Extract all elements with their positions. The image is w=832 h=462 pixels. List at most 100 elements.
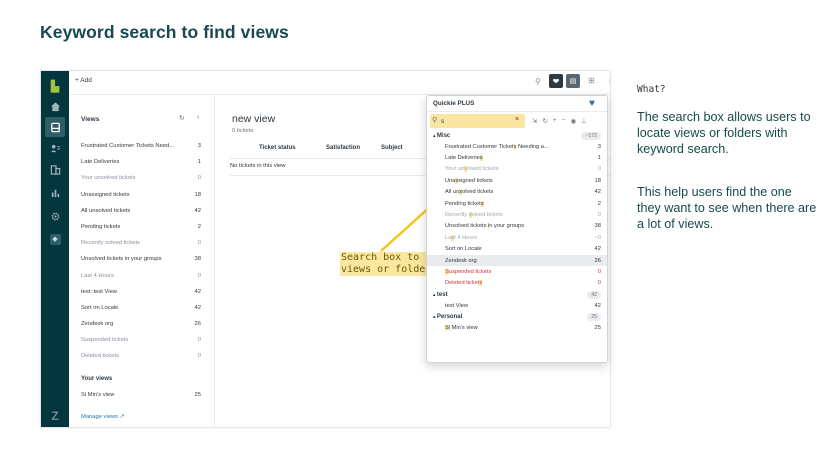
view-list-item[interactable]: Recently solved tickets 0 — [81, 235, 201, 251]
refresh-icon[interactable]: ↻ — [179, 114, 185, 122]
reporting-icon[interactable] — [41, 182, 69, 202]
quickie-view-label: Recently solved tickets — [445, 212, 503, 219]
refresh-icon[interactable]: ↻ — [542, 117, 547, 125]
customers-icon[interactable] — [41, 138, 69, 158]
quickie-view-item[interactable]: Frustrated Customer Tickets Needing a...… — [427, 141, 607, 152]
quickie-view-item[interactable]: Last 4 Hours ~0 — [427, 232, 607, 243]
zendesk-mark-icon[interactable]: Z — [41, 406, 69, 426]
quickie-view-item[interactable]: Deleted tickets 0 — [427, 278, 607, 289]
search-icon[interactable]: ⚲ — [535, 77, 541, 86]
organizations-icon[interactable] — [41, 159, 69, 179]
quickie-view-item[interactable]: Late Deliveries 1 — [427, 152, 607, 163]
view-list-item[interactable]: Unassigned tickets 18 — [81, 187, 201, 203]
folder-name: ▴ Misc — [433, 133, 450, 139]
quickie-view-item[interactable]: Sort on Locale 42 — [427, 244, 607, 255]
column-header-satisfaction[interactable]: Satisfaction — [326, 145, 360, 151]
collapse-chevron-icon[interactable]: ‹ — [197, 114, 199, 121]
column-header-ticket-status[interactable]: Ticket status — [259, 145, 296, 151]
view-list-item[interactable]: test::test View 42 — [81, 284, 201, 300]
zendesk-logo-icon[interactable]: ▙ — [41, 76, 69, 96]
label-text: test View — [445, 302, 468, 309]
view-label: Recently solved tickets — [81, 240, 140, 247]
label-text: Unsolved tickets — [445, 223, 488, 230]
view-count: 0 — [197, 353, 201, 360]
quickie-view-count: 18 — [594, 177, 601, 184]
view-count: 3 — [197, 143, 201, 149]
add-button[interactable]: + Add — [75, 77, 92, 84]
quickie-view-item[interactable]: Pending tickets 2 — [427, 198, 607, 209]
quickie-view-item[interactable]: Your unsolved tickets 0 — [427, 164, 607, 175]
view-list-item[interactable]: Suspended tickets 0 — [81, 332, 201, 348]
manage-views-link[interactable]: Manage views ↗ — [81, 414, 125, 420]
quickie-search-input[interactable] — [441, 116, 511, 126]
views-title: Views — [81, 116, 100, 123]
admin-gear-icon[interactable] — [41, 206, 69, 226]
quickie-folder[interactable]: ▴ test 42 — [427, 289, 607, 300]
view-list-item[interactable]: Deleted tickets 0 — [81, 348, 201, 364]
product-tray-grid-icon[interactable]: ⊞ — [588, 76, 595, 85]
expand-icon[interactable]: + — [553, 117, 557, 125]
user-avatar[interactable]: ● — [609, 74, 610, 88]
quickie-plus-popup: Quickie PLUS ♥ ⚲ × ⇲ ↻ + − ◉ ⊥ ▴ Misc ~17… — [426, 95, 608, 363]
quickie-toolbar: ⇲ ↻ + − ◉ ⊥ — [532, 117, 587, 125]
side-paragraph: The search box allows users to locate vi… — [637, 110, 811, 156]
view-count: 26 — [194, 321, 201, 328]
quickie-view-item[interactable]: Si Min's view 25 — [427, 322, 607, 333]
view-label: Pending tickets — [81, 223, 121, 230]
label-text: Deleted ticket — [445, 280, 480, 287]
label-text: uspended tickets — [448, 268, 492, 275]
quickie-view-item[interactable]: Recently solved tickets 0 — [427, 209, 607, 220]
label-text: Sort on Locale — [445, 246, 482, 253]
quickie-view-item[interactable]: Unsolved tickets in your groups 38 — [427, 221, 607, 232]
folder-label: Misc — [436, 132, 451, 139]
quickie-view-item[interactable]: Zendesk org 26 — [427, 254, 607, 267]
label-text: Zendesk org — [445, 257, 477, 264]
view-list-item[interactable]: All unsolved tickets 42 — [81, 203, 201, 219]
quickie-view-item[interactable]: Suspended tickets 0 — [427, 266, 607, 277]
view-label: Your unsolved tickets — [81, 175, 136, 182]
visibility-eye-icon[interactable]: ◉ — [571, 117, 577, 125]
quickie-folder[interactable]: ▴ Personal 25 — [427, 311, 607, 322]
quickie-view-count: 1 — [597, 155, 601, 162]
view-list-item[interactable]: Frustrated Customer Tickets Need... 3 — [81, 138, 201, 154]
home-icon[interactable] — [41, 96, 69, 116]
view-list-item[interactable]: Last 4 Hours 0 — [81, 268, 201, 284]
app-extension-icon[interactable]: ◆ — [41, 229, 69, 249]
collapse-icon[interactable]: − — [562, 117, 566, 125]
quickie-folder[interactable]: ▴ Misc ~172 — [427, 130, 607, 141]
folder-count-badge: 42 — [587, 290, 601, 299]
your-view-count: 25 — [194, 392, 201, 398]
pin-icon[interactable]: ⊥ — [581, 117, 587, 125]
view-count: 38 — [194, 256, 201, 263]
quickie-app-icon[interactable]: ❤ — [549, 74, 563, 88]
views-icon[interactable] — [45, 117, 65, 137]
quickie-view-count: 0 — [597, 212, 601, 219]
view-count: 1 — [197, 159, 201, 166]
quickie-view-item[interactable]: Unassigned tickets 18 — [427, 175, 607, 186]
quickie-view-count: 0 — [597, 166, 601, 173]
quickie-view-label: test View — [445, 303, 468, 309]
view-list-item[interactable]: Your unsolved tickets 0 — [81, 170, 201, 186]
column-header-subject[interactable]: Subject — [381, 145, 403, 151]
view-list-item[interactable]: Unsolved tickets in your groups 38 — [81, 251, 201, 267]
quickie-title: Quickie PLUS — [433, 100, 475, 107]
view-label: Sort on Locale — [81, 304, 119, 311]
label-text: olved tickets — [471, 212, 503, 219]
view-list-item[interactable]: Pending tickets 2 — [81, 219, 201, 235]
quickie-view-label: Pending tickets — [445, 200, 484, 207]
view-list-item[interactable]: Sort on Locale 42 — [81, 300, 201, 316]
quickie-view-item[interactable]: test View 42 — [427, 300, 607, 311]
chat-app-icon[interactable]: ▤ — [566, 74, 580, 88]
quickie-view-item[interactable]: All unsolved tickets 42 — [427, 187, 607, 198]
folder-label: Personal — [436, 313, 463, 320]
clear-search-icon[interactable]: × — [515, 116, 519, 123]
your-view-label: Si Min's view — [81, 392, 115, 398]
view-list-item[interactable]: Late Deliveries 1 — [81, 154, 201, 170]
your-views-title: Your views — [81, 376, 113, 382]
label-text: Recently — [445, 212, 469, 219]
view-label: Unassigned tickets — [81, 191, 130, 198]
label-text: i Min's view — [448, 325, 478, 332]
collapse-all-icon[interactable]: ⇲ — [532, 117, 537, 125]
your-view-item[interactable]: Si Min's view 25 — [81, 389, 201, 401]
view-list-item[interactable]: Zendesk org 26 — [81, 316, 201, 332]
